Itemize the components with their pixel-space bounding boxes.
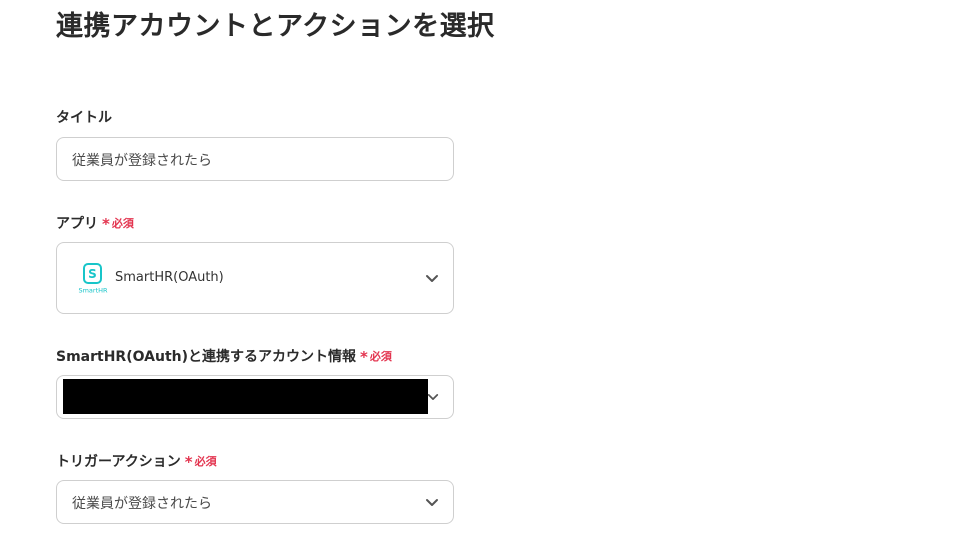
required-star: * — [102, 215, 110, 233]
required-star: * — [184, 453, 193, 471]
required-star: * — [360, 348, 368, 366]
smarthr-logo-text: SmartHR — [78, 287, 108, 295]
required-badge: 必須 — [369, 350, 392, 363]
required-badge: 必須 — [194, 455, 217, 468]
svg-text:S: S — [88, 267, 97, 281]
account-label-text: SmartHR(OAuth)と連携するアカウント情報 — [56, 349, 356, 365]
app-label-text: アプリ — [56, 216, 98, 232]
trigger-action-select[interactable]: 従業員が登録されたら — [56, 480, 454, 524]
smarthr-logo-icon: S SmartHR — [77, 263, 109, 295]
chevron-down-icon — [427, 394, 439, 400]
app-select-value: SmartHR(OAuth) — [115, 270, 224, 285]
title-field-label: タイトル — [56, 108, 112, 128]
required-badge: 必須 — [111, 217, 134, 230]
title-input[interactable]: 従業員が登録されたら — [56, 137, 454, 181]
account-select[interactable] — [56, 375, 454, 419]
app-field-label: アプリ * 必須 — [56, 214, 134, 234]
trigger-action-value: 従業員が登録されたら — [72, 496, 212, 512]
app-select[interactable]: S SmartHR SmartHR(OAuth) — [56, 242, 454, 314]
chevron-down-icon — [426, 499, 438, 506]
title-label-text: タイトル — [56, 110, 112, 126]
redacted-account-value — [63, 379, 428, 414]
page-title: 連携アカウントとアクションを選択 — [56, 11, 495, 42]
account-field-label: SmartHR(OAuth)と連携するアカウント情報 * 必須 — [56, 347, 392, 367]
trigger-field-label: トリガーアクション * 必須 — [56, 452, 217, 472]
chevron-down-icon — [426, 275, 438, 282]
trigger-label-text: トリガーアクション — [56, 454, 181, 470]
title-input-value: 従業員が登録されたら — [72, 153, 212, 169]
